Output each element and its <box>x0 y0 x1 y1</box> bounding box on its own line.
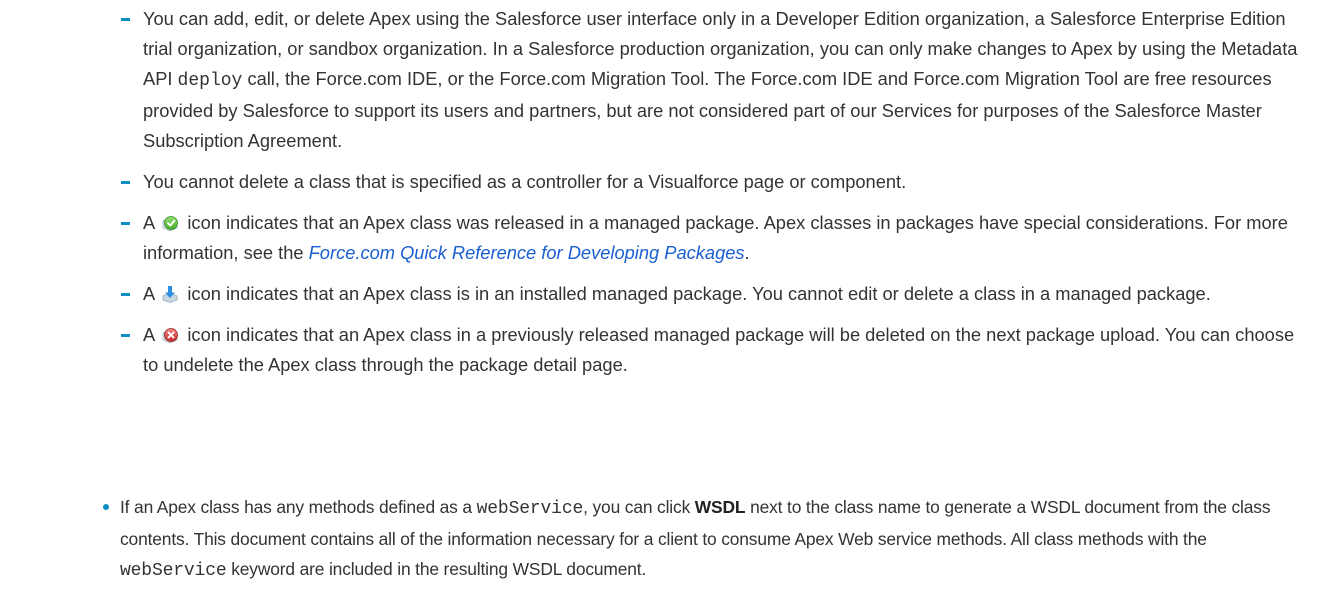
list-item-apex-editing: You can add, edit, or delete Apex using … <box>121 4 1305 156</box>
bullet-marker <box>103 504 109 510</box>
dash-marker <box>121 18 130 21</box>
developing-packages-link[interactable]: Force.com Quick Reference for Developing… <box>309 242 745 263</box>
note-prefix: A <box>143 212 155 233</box>
wsdl-list: If an Apex class has any methods defined… <box>103 492 1315 586</box>
wsdl-button-label: WSDL <box>694 497 746 517</box>
wsdl-text: , you can click <box>583 497 695 517</box>
note-text: call, the Force.com IDE, or the Force.co… <box>143 68 1272 151</box>
note-prefix: A <box>143 324 155 345</box>
wsdl-text: If an Apex class has any methods defined… <box>120 497 477 517</box>
code-webservice: webService <box>120 561 227 581</box>
document-page: You can add, edit, or delete Apex using … <box>0 0 1317 590</box>
dash-marker <box>121 334 130 337</box>
wsdl-text: keyword are included in the resulting WS… <box>226 559 647 579</box>
note-prefix: A <box>143 283 155 304</box>
deleted-managed-package-icon <box>161 323 179 344</box>
managed-package-released-icon <box>161 211 179 232</box>
list-item-installed-icon: A icon indicates that an Apex class is i… <box>121 279 1305 309</box>
dash-marker <box>121 181 130 184</box>
code-deploy: deploy <box>177 71 243 91</box>
note-text: icon indicates that an Apex class is in … <box>182 283 1211 304</box>
apex-notes-list: You can add, edit, or delete Apex using … <box>121 4 1305 391</box>
list-item-released-icon: A icon indicates that an Apex class was … <box>121 208 1305 268</box>
list-item-controller-delete: You cannot delete a class that is specif… <box>121 167 1305 197</box>
list-item-wsdl: If an Apex class has any methods defined… <box>103 492 1315 586</box>
installed-managed-package-icon <box>161 282 179 303</box>
note-text: icon indicates that an Apex class in a p… <box>143 324 1295 375</box>
note-text: . <box>744 242 750 263</box>
dash-marker <box>121 293 130 296</box>
list-item-deleted-icon: A icon indicates that an Apex class in a… <box>121 320 1305 380</box>
note-text: You cannot delete a class that is specif… <box>143 171 907 192</box>
dash-marker <box>121 222 130 225</box>
code-webservice: webService <box>476 499 584 519</box>
